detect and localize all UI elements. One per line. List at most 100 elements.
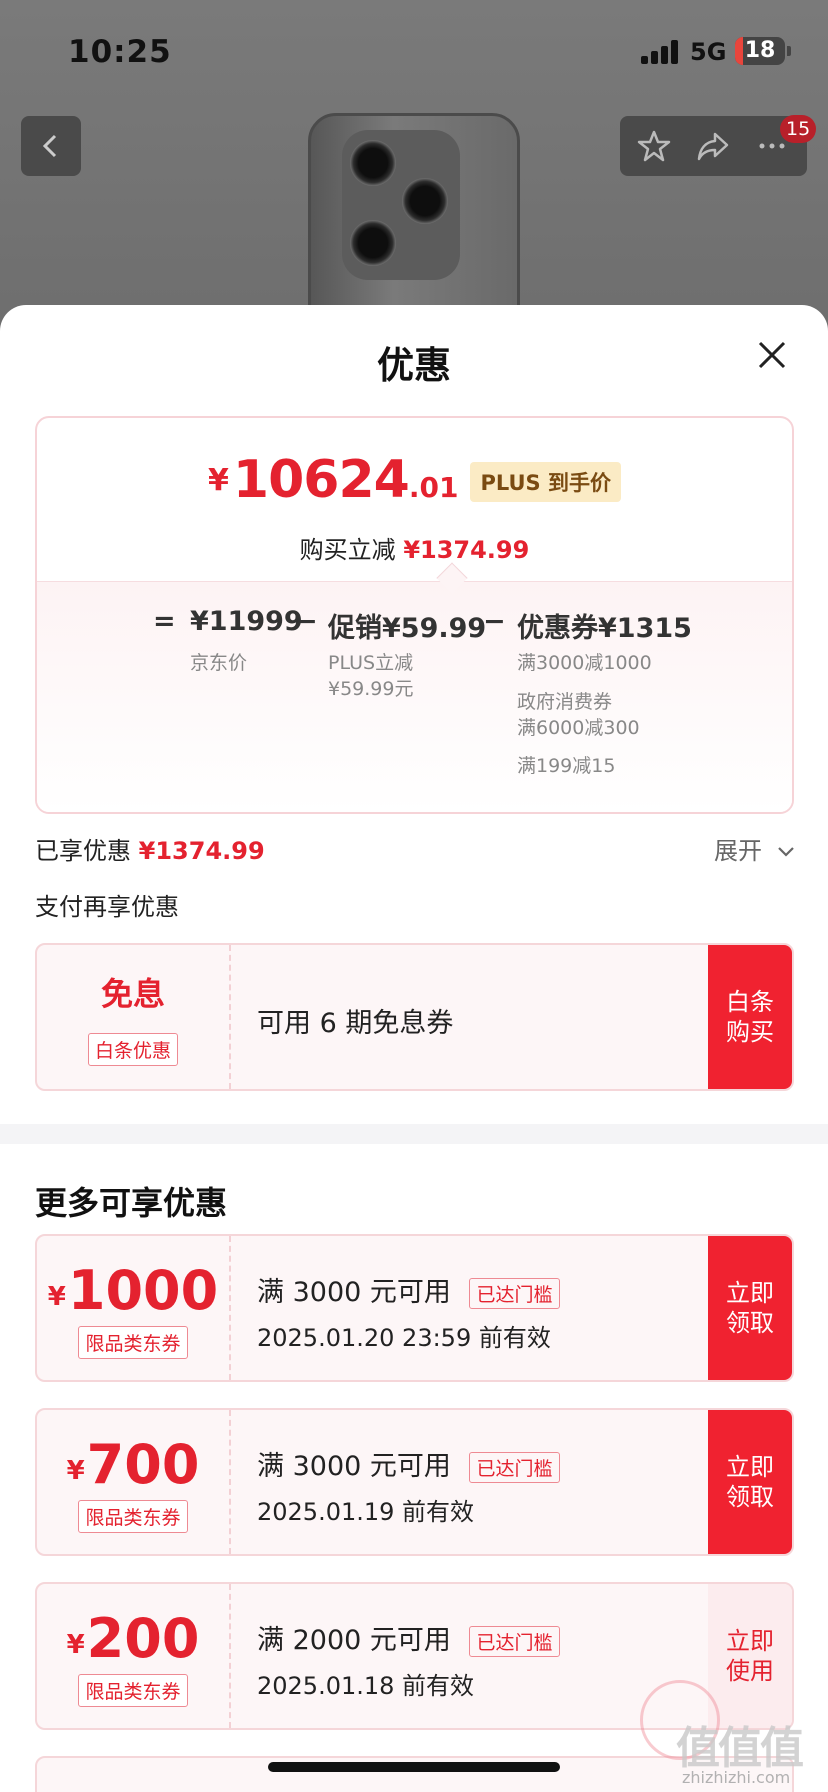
coupon-amount: ¥ 700	[37, 1438, 229, 1492]
coupon-condition-line: 满 3000 元可用 已达门槛	[257, 1270, 560, 1309]
baitiao-mid: 可用 6 期免息券	[257, 945, 702, 1089]
camera-lens	[350, 220, 396, 266]
chevron-left-icon	[42, 134, 57, 158]
baitiao-buy-button[interactable]: 白条购买	[708, 945, 792, 1089]
coupon-amount: ¥ 200	[37, 1612, 229, 1666]
coupon-condition: 满 3000 元可用	[257, 1451, 451, 1482]
baitiao-action-label: 白条购买	[726, 988, 774, 1046]
enjoyed-value: ¥1374.99	[138, 837, 265, 865]
chevron-down-icon	[777, 847, 794, 857]
jd-price-label: 京东价	[190, 652, 248, 674]
coupon-left: ¥ 700 限品类东券	[37, 1410, 231, 1554]
minus-sign: −	[295, 606, 318, 637]
jd-price: ¥11999	[190, 606, 303, 637]
battery-icon: 18	[735, 37, 785, 65]
back-button[interactable]	[21, 116, 81, 176]
signal-icon	[641, 40, 681, 64]
enjoyed-label: 已享优惠	[35, 837, 131, 865]
baitiao-left: 免息 白条优惠	[37, 945, 231, 1089]
reached-threshold-tag: 已达门槛	[469, 1626, 560, 1657]
coupon-value: 1000	[67, 1259, 219, 1322]
enjoyed-discount: 已享优惠 ¥1374.99	[35, 831, 265, 866]
home-indicator[interactable]	[268, 1762, 560, 1772]
sheet-title: 优惠	[377, 344, 451, 387]
coupon-mid: 满 2000 元可用 已达门槛 2025.01.18 前有效	[257, 1584, 702, 1728]
buy-cut-line: 购买立减 ¥1374.99	[37, 530, 792, 565]
buy-cut-value: ¥1374.99	[403, 536, 530, 564]
baitiao-card: 免息 白条优惠 可用 6 期免息券 白条购买	[35, 943, 794, 1091]
coupon-mid: 满 3000 元可用 已达门槛 2025.01.19 前有效	[257, 1410, 702, 1554]
camera-lens	[350, 140, 396, 186]
top-action-group	[620, 116, 807, 176]
coupon-value: 200	[86, 1607, 200, 1670]
coupon-condition-line: 满 2000 元可用 已达门槛	[257, 1618, 560, 1657]
coupon-mid: 满 3000 元可用 已达门槛 2025.01.20 23:59 前有效	[257, 1236, 702, 1380]
coupon-action-label: 立即领取	[726, 1279, 774, 1337]
status-time: 10:25	[68, 34, 172, 70]
pay-more-label: 支付再享优惠	[35, 893, 179, 921]
price-card: ¥ 10624 .01 PLUS 到手价 购买立减 ¥1374.99 = ¥11…	[35, 416, 794, 814]
baitiao-desc: 可用 6 期免息券	[257, 1008, 454, 1039]
coupon-sub: 满199减15	[517, 755, 616, 777]
coupon-card: ¥ 1000 限品类东券 满 3000 元可用 已达门槛 2025.01.20 …	[35, 1234, 794, 1382]
coupon-type-tag: 限品类东券	[78, 1326, 188, 1359]
claim-coupon-button[interactable]: 立即领取	[708, 1410, 792, 1554]
coupon-amount: ¥ 1000	[37, 1264, 229, 1318]
buy-cut-label: 购买立减	[299, 536, 396, 564]
coupon-sub: 满6000减300	[517, 717, 640, 739]
section-divider	[0, 1124, 828, 1144]
expand-label: 展开	[714, 837, 762, 865]
reached-threshold-tag: 已达门槛	[469, 1278, 560, 1309]
price-decimal: .01	[408, 471, 459, 504]
promo-sub: ¥59.99元	[328, 678, 414, 700]
coupon-condition: 满 2000 元可用	[257, 1625, 451, 1656]
coupon-yen: ¥	[66, 1630, 85, 1660]
claim-coupon-button[interactable]: 立即领取	[708, 1236, 792, 1380]
coupon-left: ¥ 200 限品类东券	[37, 1584, 231, 1728]
watermark-logo: 值值值	[676, 1723, 804, 1774]
coupon-yen: ¥	[66, 1456, 85, 1486]
coupon-validity: 2025.01.19 前有效	[257, 1498, 475, 1526]
promo-sub: PLUS立减	[328, 652, 414, 674]
plus-price-tag: PLUS 到手价	[470, 462, 621, 502]
camera-module	[342, 130, 460, 280]
coupon-action-label: 立即领取	[726, 1453, 774, 1511]
share-icon[interactable]	[695, 128, 731, 164]
final-price: ¥ 10624 .01 PLUS 到手价	[37, 454, 792, 506]
price-yen: ¥	[208, 463, 229, 498]
discount-sheet: 优惠 ¥ 10624 .01 PLUS 到手价 购买立减 ¥1374.99 = …	[0, 305, 828, 1792]
expand-button[interactable]: 展开	[714, 831, 796, 866]
coupon-yen: ¥	[47, 1282, 66, 1312]
network-type: 5G	[690, 38, 727, 66]
coupon-validity: 2025.01.18 前有效	[257, 1672, 475, 1700]
coupon-action-label: 立即使用	[726, 1627, 774, 1685]
baitiao-tag: 白条优惠	[87, 1033, 178, 1066]
minus-sign: −	[483, 606, 506, 637]
equals-sign: =	[153, 606, 176, 637]
use-coupon-button[interactable]: 立即使用	[708, 1584, 792, 1728]
battery-level: 18	[744, 38, 776, 63]
star-icon[interactable]	[636, 128, 672, 164]
status-bar: 10:25 5G 18	[0, 0, 828, 100]
price-integer: 10624	[232, 450, 410, 510]
coupon-validity: 2025.01.20 23:59 前有效	[257, 1324, 551, 1352]
coupon-type-tag: 限品类东券	[78, 1674, 188, 1707]
baitiao-title: 免息	[100, 975, 165, 1013]
coupon-sub: 满3000减1000	[517, 652, 652, 674]
notification-badge: 15	[780, 115, 817, 143]
coupon-type-tag: 限品类东券	[78, 1500, 188, 1533]
watermark-url: zhizhizhi.com	[682, 1768, 791, 1787]
close-icon[interactable]	[754, 337, 790, 373]
more-discounts-title: 更多可享优惠	[35, 1184, 228, 1222]
coupon-value: 700	[86, 1433, 200, 1496]
coupon-amount: 优惠券¥1315	[517, 613, 692, 644]
camera-lens	[402, 178, 448, 224]
promo-amount: 促销¥59.99	[328, 613, 487, 644]
coupon-sub: 政府消费券	[517, 691, 613, 713]
battery-tip	[787, 46, 791, 56]
coupon-condition: 满 3000 元可用	[257, 1277, 451, 1308]
reached-threshold-tag: 已达门槛	[469, 1452, 560, 1483]
coupon-condition-line: 满 3000 元可用 已达门槛	[257, 1444, 560, 1483]
coupon-card: ¥ 700 限品类东券 满 3000 元可用 已达门槛 2025.01.19 前…	[35, 1408, 794, 1556]
coupon-left: ¥ 1000 限品类东券	[37, 1236, 231, 1380]
